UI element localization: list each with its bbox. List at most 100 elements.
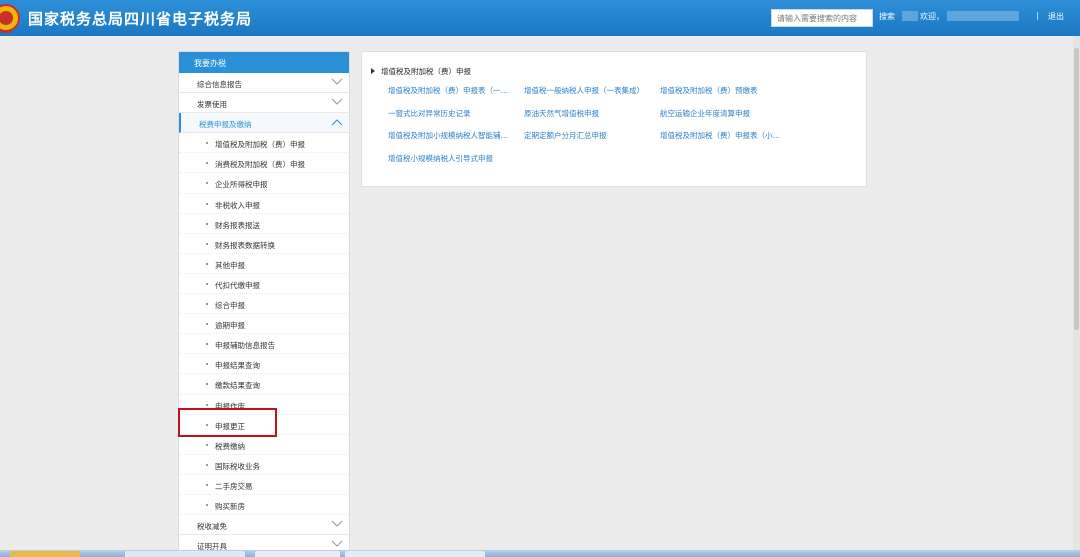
submenu-item[interactable]: 财务报表报送 <box>179 214 349 234</box>
link-oil-gas-vat[interactable]: 原油天然气增值税申报 <box>524 108 599 119</box>
bullet-dot <box>206 303 208 306</box>
submenu-label: 税费缴纳 <box>215 441 245 451</box>
header-separator: | <box>1036 11 1039 20</box>
link-small-scale-smart[interactable]: 增值税及附加小规模纳税人智能辅… <box>388 130 508 141</box>
link-vat-filing-form[interactable]: 增值税及附加税（费）申报表（一… <box>388 85 508 96</box>
taskbar-button[interactable] <box>255 551 340 557</box>
taskbar-button[interactable] <box>10 551 80 557</box>
sidebar-item-label: 税费申报及缴纳 <box>199 120 252 130</box>
submenu-label: 代扣代缴申报 <box>215 280 260 290</box>
submenu-item[interactable]: 其他申报 <box>179 254 349 274</box>
bullet-dot <box>206 162 208 165</box>
sidebar-item-label: 综合信息报告 <box>197 80 242 89</box>
link-small-scale-guided[interactable]: 增值税小规模纳税人引导式申报 <box>388 153 493 164</box>
submenu-label: 企业所得税申报 <box>215 180 268 190</box>
link-aviation-settlement[interactable]: 航空运输企业年度清算申报 <box>660 108 750 119</box>
submenu-item[interactable]: 消费税及附加税（费）申报 <box>179 153 349 174</box>
submenu-item[interactable]: 申报辅助信息报告 <box>179 334 349 355</box>
submenu-label: 逾期申报 <box>215 321 245 331</box>
bullet-dot <box>206 343 208 346</box>
submenu-label: 消费税及附加税（费）申报 <box>215 160 305 170</box>
bullet-dot <box>206 503 208 506</box>
submenu-item[interactable]: 财务报表数据转换 <box>179 234 349 254</box>
sidebar-item-label: 发票使用 <box>197 100 227 110</box>
content-panel: 增值税及附加税（费）申报 增值税及附加税（费）申报表（一… 增值税一般纳税人申报… <box>361 51 867 187</box>
bullet-dot <box>206 142 208 145</box>
sidebar-item-info-report[interactable]: 综合信息报告 <box>179 73 349 94</box>
submenu-label: 缴款结果查询 <box>215 381 260 391</box>
bullet-dot <box>206 443 208 446</box>
bullet-dot <box>206 463 208 466</box>
link-comparison-history[interactable]: 一窗式比对异常历史记录 <box>388 108 471 119</box>
submenu-item[interactable]: 逾期申报 <box>179 314 349 335</box>
sidebar-item-tax-filing[interactable]: 税费申报及缴纳 <box>179 113 349 134</box>
submenu-label: 非税收入申报 <box>215 200 260 210</box>
submenu-item[interactable]: 申报作废 <box>179 395 349 415</box>
bullet-dot <box>206 182 208 185</box>
scrollbar-thumb[interactable] <box>1074 48 1079 330</box>
chevron-down-icon <box>331 78 343 85</box>
tax-emblem-icon <box>0 4 20 33</box>
bullet-dot <box>206 423 208 426</box>
logout-link[interactable]: 退出 <box>1048 11 1064 22</box>
chevron-up-icon <box>331 119 343 126</box>
bullet-dot <box>206 403 208 406</box>
sidebar-menu: 我要办税 综合信息报告 发票使用 税费申报及缴纳 增值税及附加税（费）申报 消费… <box>178 51 350 557</box>
top-header: 国家税务总局四川省电子税务局 搜索 欢迎， | 退出 <box>0 0 1080 36</box>
bullet-dot <box>206 483 208 486</box>
bullet-dot <box>206 383 208 386</box>
section-title: 增值税及附加税（费）申报 <box>371 66 471 77</box>
link-vat-prepayment[interactable]: 增值税及附加税（费）预缴表 <box>660 85 758 96</box>
submenu-item[interactable]: 二手房交易 <box>179 475 349 495</box>
submenu-label: 申报结果查询 <box>215 361 260 371</box>
sidebar-item-label: 税收减免 <box>197 522 227 532</box>
bullet-dot <box>206 242 208 245</box>
bullet-dot <box>206 323 208 326</box>
submenu-item[interactable]: 国际税收业务 <box>179 455 349 475</box>
link-vat-small-form[interactable]: 增值税及附加税（费）申报表（小… <box>660 130 780 141</box>
taskbar-button[interactable] <box>125 551 245 557</box>
submenu-label: 申报更正 <box>215 421 245 431</box>
site-title: 国家税务总局四川省电子税务局 <box>28 10 253 28</box>
submenu-item[interactable]: 购买新房 <box>179 495 349 516</box>
triangle-bullet-icon <box>371 68 375 74</box>
chevron-down-icon <box>331 520 343 527</box>
section-title-text: 增值税及附加税（费）申报 <box>381 67 471 76</box>
bullet-dot <box>206 202 208 205</box>
sidebar-item-tax-relief[interactable]: 税收减免 <box>179 515 349 536</box>
submenu-item[interactable]: 企业所得税申报 <box>179 173 349 194</box>
submenu-item[interactable]: 代扣代缴申报 <box>179 274 349 295</box>
submenu-item-filing-correction[interactable]: 申报更正 <box>179 415 349 435</box>
search-input[interactable] <box>771 9 873 27</box>
user-name-redacted <box>947 11 1019 21</box>
link-fixed-quota-summary[interactable]: 定期定额户分月汇总申报 <box>524 130 607 141</box>
submenu-label: 申报作废 <box>215 401 245 411</box>
welcome-text: 欢迎， <box>920 12 944 21</box>
submenu-item[interactable]: 申报结果查询 <box>179 354 349 375</box>
bullet-dot <box>206 262 208 265</box>
bullet-dot <box>206 222 208 225</box>
submenu-item[interactable]: 非税收入申报 <box>179 194 349 214</box>
redacted-region <box>902 11 918 21</box>
sidebar-item-invoice[interactable]: 发票使用 <box>179 93 349 114</box>
search-button[interactable]: 搜索 <box>879 11 895 22</box>
submenu-item[interactable]: 综合申报 <box>179 294 349 315</box>
submenu-label: 财务报表报送 <box>215 220 260 230</box>
submenu-label: 综合申报 <box>215 301 245 311</box>
submenu-item[interactable]: 增值税及附加税（费）申报 <box>179 133 349 154</box>
submenu-label: 其他申报 <box>215 260 245 270</box>
submenu-label: 增值税及附加税（费）申报 <box>215 140 305 150</box>
submenu-label: 购买新房 <box>215 501 245 511</box>
submenu-item[interactable]: 缴款结果查询 <box>179 374 349 395</box>
submenu-label: 申报辅助信息报告 <box>215 341 275 351</box>
submenu-label: 国际税收业务 <box>215 461 260 471</box>
submenu-label: 财务报表数据转换 <box>215 240 275 250</box>
link-vat-general-taxpayer[interactable]: 增值税一般纳税人申报（一表集成） <box>524 85 644 96</box>
chevron-down-icon <box>331 98 343 105</box>
taskbar-button[interactable] <box>345 551 485 557</box>
chevron-down-icon <box>331 540 343 547</box>
sidebar-title: 我要办税 <box>179 52 349 73</box>
bullet-dot <box>206 363 208 366</box>
submenu-item[interactable]: 税费缴纳 <box>179 435 349 455</box>
submenu-label: 二手房交易 <box>215 481 253 491</box>
